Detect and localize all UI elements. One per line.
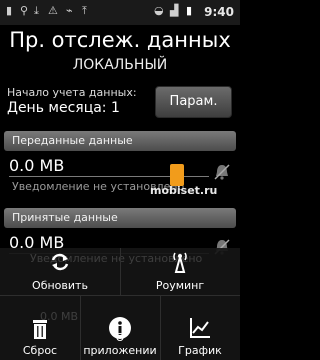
params-button[interactable]: Парам. [155, 86, 232, 118]
start-value: День месяца: 1 [7, 100, 120, 116]
sent-section-header: Переданные данные [4, 131, 236, 151]
watermark: mobiset.ru [150, 184, 218, 197]
bell-muted-icon[interactable] [213, 163, 231, 181]
refresh-icon [51, 253, 69, 271]
signal-icon: ▟ [170, 4, 179, 17]
sd-card-icon: ▮ [6, 4, 13, 17]
chart-icon [190, 318, 210, 338]
mobiset-logo-icon [170, 164, 184, 186]
trash-icon [33, 320, 47, 339]
page-subtitle: ЛОКАЛЬНЫЙ [72, 57, 168, 73]
upload-icon: ⤒ [82, 4, 87, 17]
clock: 9:40 [204, 5, 234, 19]
menu-refresh[interactable]: Обновить [0, 248, 120, 295]
page-title: Пр. отслеж. данных [9, 28, 231, 52]
menu-about-label: О приложении [83, 331, 157, 357]
menu-graph[interactable]: График [160, 296, 240, 360]
menu-reset-label: Сброс [22, 344, 58, 357]
menu-about[interactable]: О приложении [80, 296, 160, 360]
menu-graph-label: График [178, 344, 222, 357]
received-section-header: Принятые данные [4, 208, 236, 228]
download-icon: ⤓ [34, 4, 39, 17]
status-bar: ▮ ⚲ ⤓ ⚠ ⌁ ⤒ ◒ ▟ ▮ 9:40 [0, 0, 240, 25]
usb-debug-icon: ⌁ [66, 4, 73, 17]
sent-value: 0.0 MB [9, 156, 65, 175]
start-label: Начало учета данных: [7, 86, 137, 99]
wifi-icon: ◒ [154, 4, 164, 17]
warning-icon: ⚠ [48, 4, 58, 17]
menu-roaming-label: Роуминг [155, 279, 205, 292]
menu-reset[interactable]: Сброс [0, 296, 80, 360]
battery-icon: ▮ [186, 4, 193, 17]
antenna-icon [173, 252, 187, 273]
usb-icon: ⚲ [20, 4, 29, 17]
menu-refresh-label: Обновить [32, 279, 88, 292]
menu-roaming[interactable]: Роуминг [120, 248, 240, 295]
